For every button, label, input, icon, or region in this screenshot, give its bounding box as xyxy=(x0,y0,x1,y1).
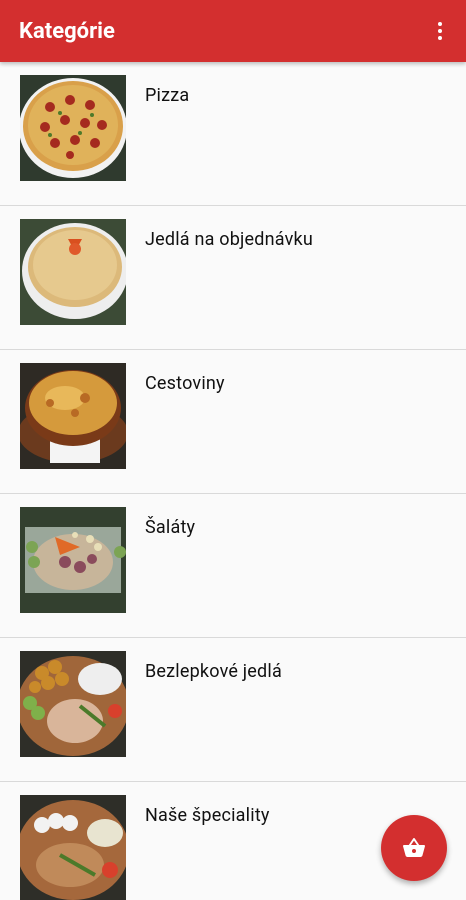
category-item-pizza[interactable]: Pizza xyxy=(0,62,466,206)
shopping-basket-icon xyxy=(403,837,425,857)
category-list: Pizza Jedlá na objednávku Cestoviny Šalá… xyxy=(0,62,466,900)
cart-fab-button[interactable] xyxy=(381,815,447,881)
page-title: Kategórie xyxy=(19,18,115,44)
category-label: Naše špeciality xyxy=(145,805,270,826)
category-label: Jedlá na objednávku xyxy=(145,229,313,250)
category-item-cestoviny[interactable]: Cestoviny xyxy=(0,350,466,494)
specialty-plate-photo xyxy=(20,795,126,900)
app-bar: Kategórie xyxy=(0,0,466,62)
category-label: Pizza xyxy=(145,85,190,106)
category-item-salaty[interactable]: Šaláty xyxy=(0,494,466,638)
omelette-photo xyxy=(20,219,126,325)
category-item-bezlepkove-jedla[interactable]: Bezlepkové jedlá xyxy=(0,638,466,782)
salad-photo xyxy=(20,507,126,613)
category-item-jedla-na-objednavku[interactable]: Jedlá na objednávku xyxy=(0,206,466,350)
category-label: Šaláty xyxy=(145,517,196,538)
more-vert-icon[interactable] xyxy=(420,0,460,62)
category-label: Cestoviny xyxy=(145,373,225,394)
gluten-free-plate-photo xyxy=(20,651,126,757)
category-label: Bezlepkové jedlá xyxy=(145,661,282,682)
pizza-photo xyxy=(20,75,126,181)
baked-pasta-photo xyxy=(20,363,126,469)
